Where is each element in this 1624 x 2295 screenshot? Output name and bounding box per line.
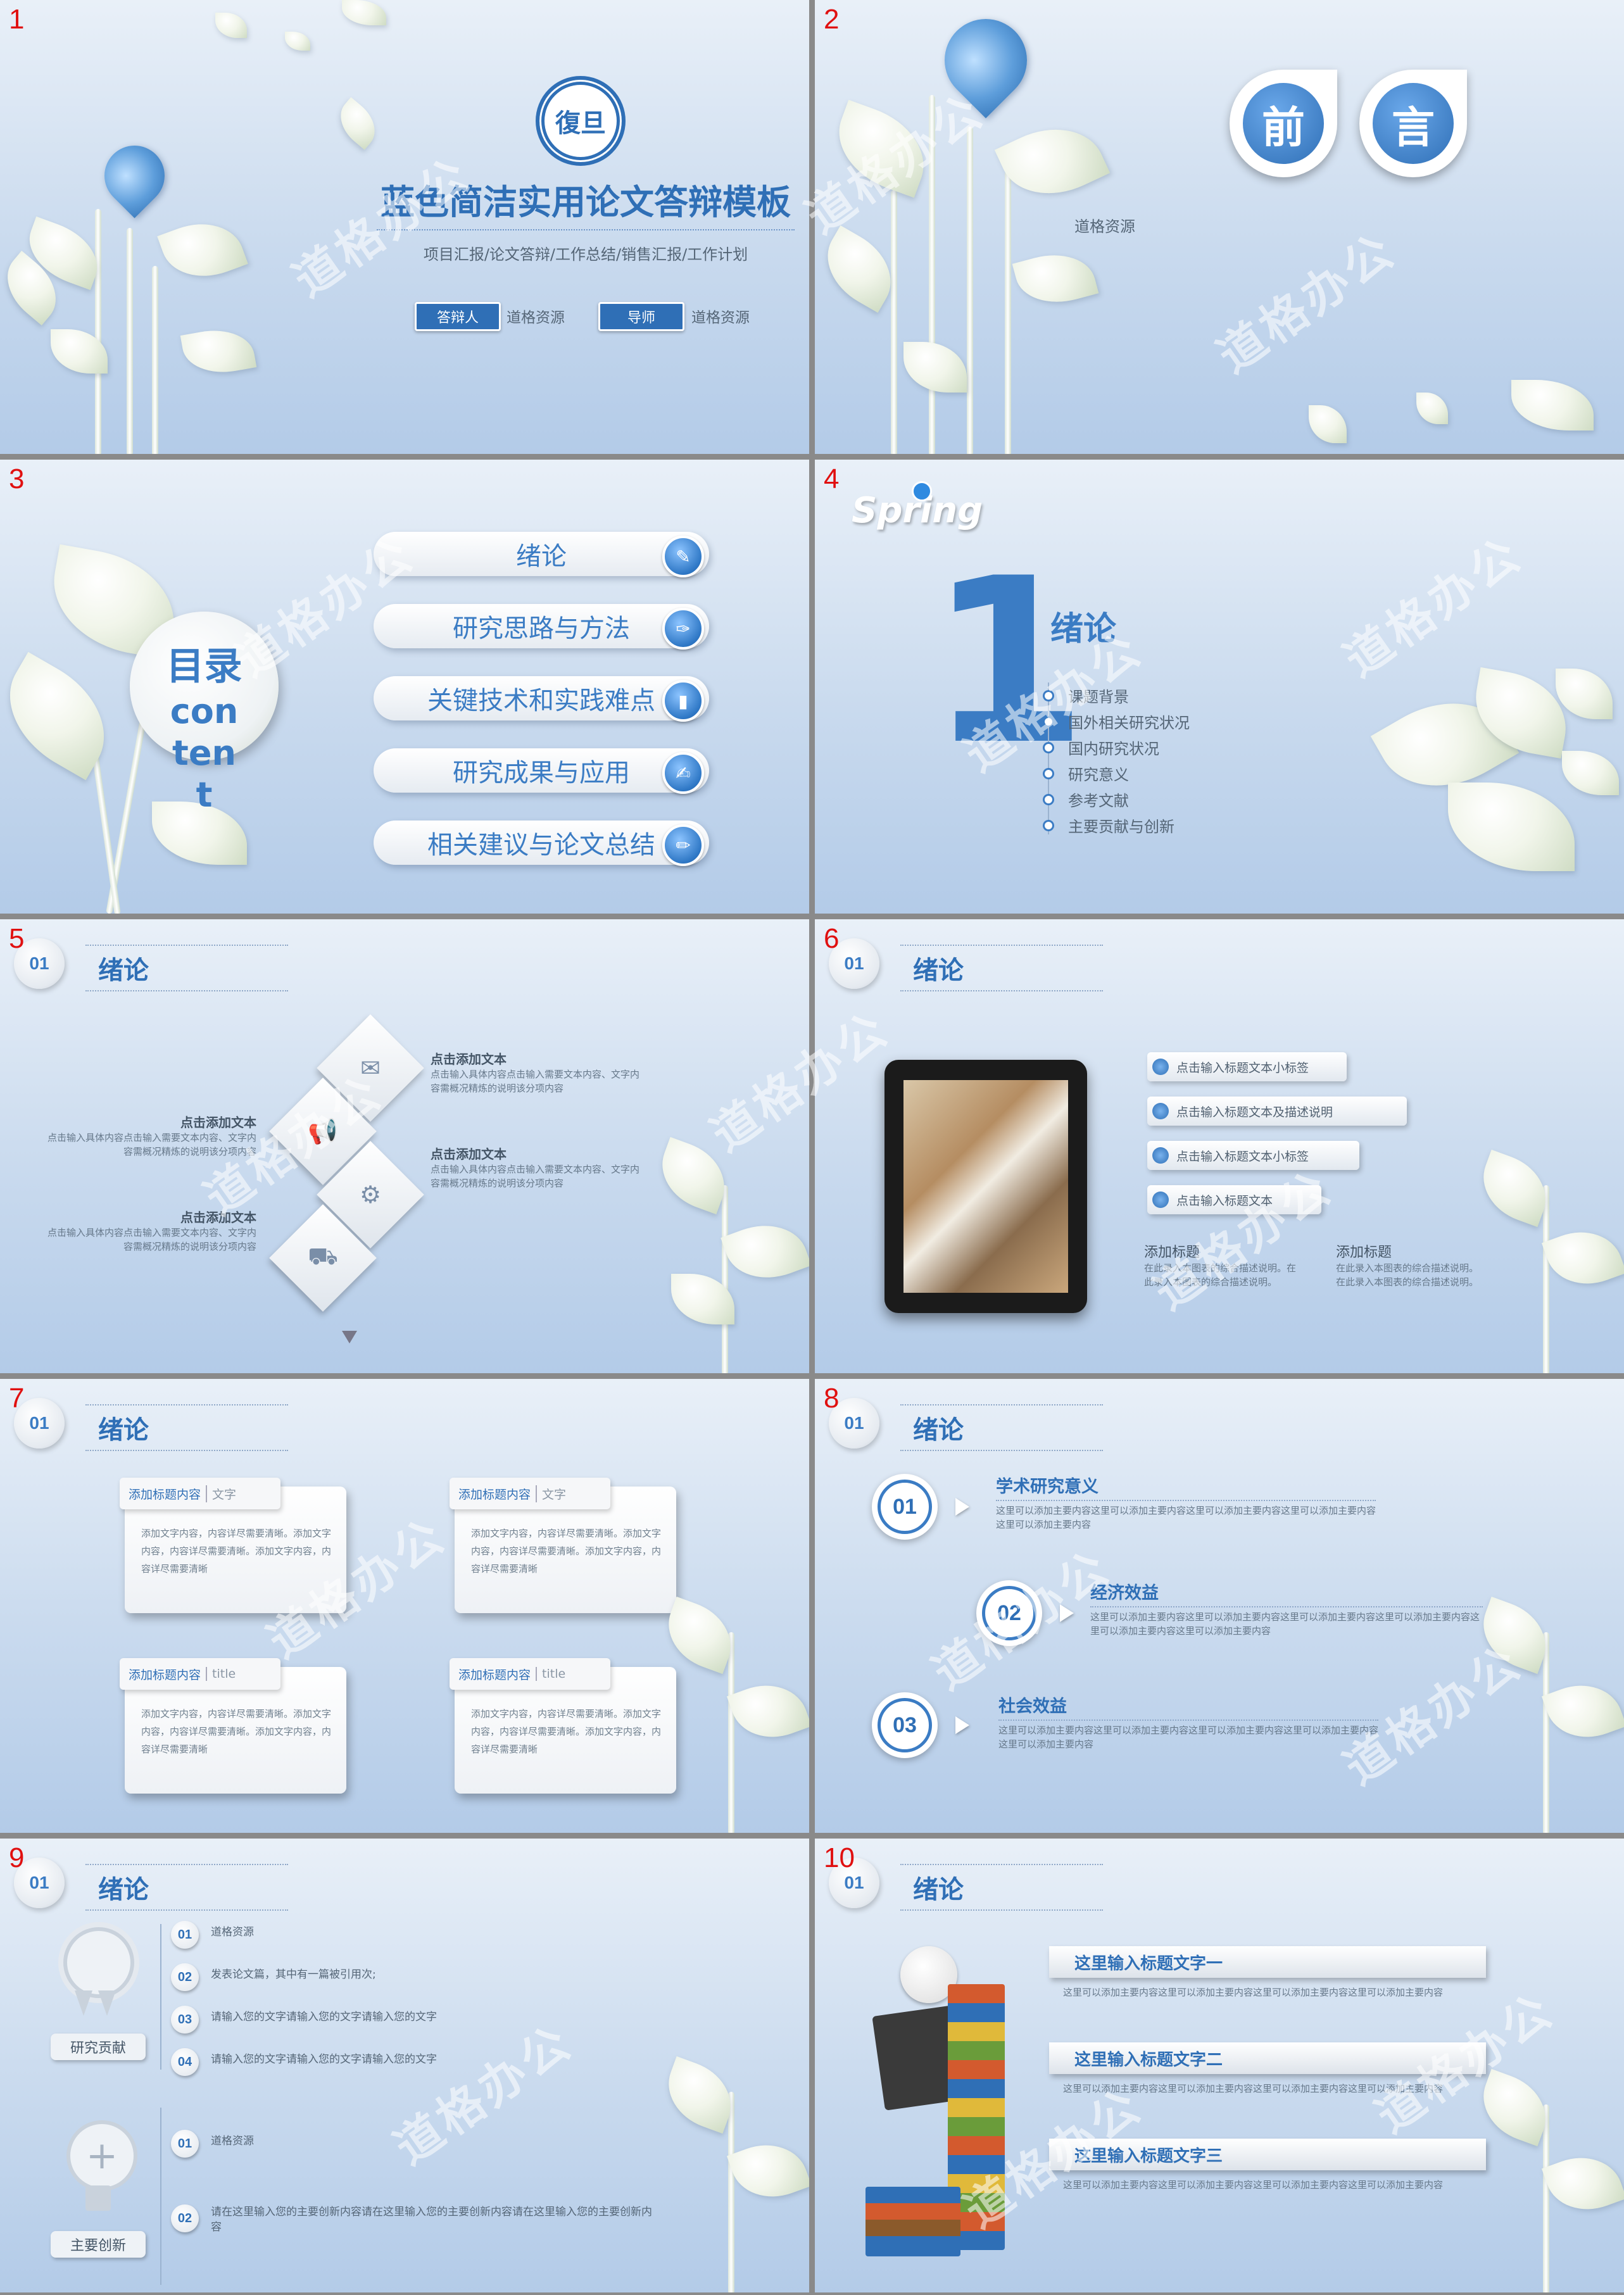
content-card-1[interactable]: 添加标题内容 文字 添加文字内容，内容详尽需要清晰。添加文字内容，内容详尽需要清晰… [120,1478,346,1613]
caption-1: 添加标题 在此录入本图表的综合描述说明。在此录入本图表的综合描述说明。 [1144,1245,1297,1288]
list2-item: 道格资源 [211,2135,254,2147]
slide-number: 4 [824,463,840,494]
edit-icon: ✏ [662,824,704,866]
text-block-3: 点击添加文本 点击输入具体内容点击输入需要文本内容、文字内容需概况精炼的说明该分… [431,1147,640,1189]
slide-2[interactable]: 2 前 言 道格资源 [815,0,1624,454]
slide-number: 9 [9,1842,25,1873]
slide-subtitle: 项目汇报/论文答辩/工作总结/销售汇报/工作计划 [423,246,748,263]
slide-title: 蓝色简洁实用论文答辩模板 [381,182,791,222]
ribbon-desc-3: 这里可以添加主要内容这里可以添加主要内容这里可以添加主要内容这里可以添加主要内容 [1063,2179,1444,2191]
advisor-button[interactable]: 导师 [598,302,684,331]
slide-1[interactable]: 1 復旦 蓝色简洁实用论文答辩模板 项目汇报/论文答辩/工作总结/销售汇报/工作… [0,0,809,454]
text-block-1: 点击添加文本 点击输入具体内容点击输入需要文本内容、文字内容需概况精炼的说明该分… [431,1052,640,1094]
brush-icon: ✍ [662,752,704,794]
lightbulb-icon: + [66,2120,137,2191]
tablet-image [884,1060,1087,1313]
slide-number: 2 [824,4,840,35]
toc-item-5[interactable]: 相关建议与论文总结 ✏ [374,821,709,866]
slide-5[interactable]: 5 01 绪论 ✉ 📢 ⚙ ⛟ 点击添加文本 点击输入具体内容点击输入需要文本内… [0,919,809,1373]
toc-subtitle: content [170,691,239,815]
list1-item: 发表论文篇，其中有一篇被引用次; [211,1968,376,1981]
list2-number: 01 [171,2130,199,2158]
blue-bud-icon [928,2,1044,118]
slide-7[interactable]: 7 01 绪论 添加标题内容 文字 添加文字内容，内容详尽需要清晰。添加文字内容，… [0,1379,809,1833]
list1-number: 01 [171,1921,199,1949]
reader-figure-image [840,1946,1030,2263]
list2-item: 请在这里输入您的主要创新内容请在这里输入您的主要创新内容请在这里输入您的主要创新… [211,2206,652,2234]
item-number-2: 02 [976,1580,1042,1646]
label-bar-4[interactable]: 点击输入标题文本 [1147,1185,1321,1214]
slide-10[interactable]: 10 01 绪论 这里输入标题文字一 这里可以添加主要内容这里可以添加主要内容这… [815,1839,1624,2292]
title-ribbon-1[interactable]: 这里输入标题文字一 [1049,1946,1486,1978]
list1-item: 请输入您的文字请输入您的文字请输入您的文字 [211,2053,437,2066]
slide-9[interactable]: 9 01 绪论 研究贡献 + 主要创新 01 道格资源 02 发表论文篇，其中有… [0,1839,809,2292]
label-bar-1[interactable]: 点击输入标题文本小标签 [1147,1052,1347,1081]
list1-item: 请输入您的文字请输入您的文字请输入您的文字 [211,2011,437,2023]
marker-icon: ▮ [662,680,704,722]
list1-number: 02 [171,1963,199,1991]
ribbon-desc-2: 这里可以添加主要内容这里可以添加主要内容这里可以添加主要内容这里可以添加主要内容 [1063,2083,1444,2094]
slide-number: 6 [824,923,840,954]
truck-icon: ⛟ [308,1242,338,1270]
slide-title: 绪论 [913,1875,964,1904]
slide-title: 绪论 [98,1875,149,1904]
ribbon-desc-1: 这里可以添加主要内容这里可以添加主要内容这里可以添加主要内容这里可以添加主要内容 [1063,1987,1444,1998]
benefit-item-1: 学术研究意义 这里可以添加主要内容这里可以添加主要内容这里可以添加主要内容这里可… [996,1477,1376,1530]
slide-title: 绪论 [913,956,964,985]
medal-icon [63,1927,134,1998]
pen-icon: ✑ [662,608,704,650]
slide-number: 8 [824,1383,840,1414]
list1-item: 道格资源 [211,1926,254,1939]
title-ribbon-3[interactable]: 这里输入标题文字三 [1049,2139,1486,2170]
title-ribbon-2[interactable]: 这里输入标题文字二 [1049,2042,1486,2074]
blue-bud-icon [92,133,177,218]
section-title: 绪论 [1050,610,1117,648]
label-bar-2[interactable]: 点击输入标题文本及描述说明 [1147,1097,1407,1126]
slide-number: 3 [9,463,25,494]
toc-item-1[interactable]: 绪论 ✎ [374,532,709,577]
slide-number: 10 [824,1842,855,1873]
slide-number: 1 [9,4,25,35]
content-card-4[interactable]: 添加标题内容 title 添加文字内容，内容详尽需要清晰。添加文字内容，内容详尽需… [450,1658,676,1794]
pencil-icon: ✎ [662,536,704,577]
list1-number: 04 [171,2048,199,2076]
text-block-2: 点击添加文本 点击输入具体内容点击输入需要文本内容、文字内容需概况精炼的说明该分… [47,1115,257,1157]
label-innovation: 主要创新 [51,2231,146,2258]
toc-circle: 目录 content [130,612,279,815]
advisor-value: 道格资源 [691,310,750,326]
toc-item-4[interactable]: 研究成果与应用 ✍ [374,748,709,794]
slide-3[interactable]: 3 目录 content 绪论 ✎ 研究思路与方法 ✑ 关键技术和实践难点 ▮ 研究成… [0,460,809,914]
section-list: 课题背景 国外相关研究状况 国内研究状况 研究意义 参考文献 主要贡献与创新 [1038,682,1190,838]
list2-number: 02 [171,2204,199,2232]
slide-title: 绪论 [913,1416,964,1445]
slide-title: 绪论 [98,1416,149,1445]
slide-4[interactable]: 4 Spring 1 绪论 课题背景 国外相关研究状况 国内研究状况 研究意义 … [815,460,1624,914]
preface-char-badge-1: 前 [1230,70,1337,177]
content-card-3[interactable]: 添加标题内容 title 添加文字内容，内容详尽需要清晰。添加文字内容，内容详尽需… [120,1658,346,1794]
toc-title: 目录 [166,644,242,689]
label-bar-3[interactable]: 点击输入标题文本小标签 [1147,1141,1359,1170]
text-block-4: 点击添加文本 点击输入具体内容点击输入需要文本内容、文字内容需概况精炼的说明该分… [47,1210,257,1252]
toc-item-2[interactable]: 研究思路与方法 ✑ [374,604,709,650]
respondent-value: 道格资源 [507,310,565,326]
caption-2: 添加标题 在此录入本图表的综合描述说明。在此录入本图表的综合描述说明。 [1336,1245,1479,1288]
preface-char-badge-2: 言 [1359,70,1467,177]
slide-6[interactable]: 6 01 绪论 点击输入标题文本小标签 点击输入标题文本及描述说明 点击输入标题… [815,919,1624,1373]
slide-grid: 1 復旦 蓝色简洁实用论文答辩模板 项目汇报/论文答辩/工作总结/销售汇报/工作… [0,0,1624,2295]
slide-8[interactable]: 8 01 绪论 01 学术研究意义 这里可以添加主要内容这里可以添加主要内容这里… [815,1379,1624,1833]
item-number-3: 03 [872,1692,938,1758]
university-seal-logo: 復旦 [536,76,626,166]
content-card-2[interactable]: 添加标题内容 文字 添加文字内容，内容详尽需要清晰。添加文字内容，内容详尽需要清晰… [450,1478,676,1613]
slide-title: 绪论 [98,956,149,985]
preface-text: 道格资源 [1074,218,1135,236]
benefit-item-3: 社会效益 这里可以添加主要内容这里可以添加主要内容这里可以添加主要内容这里可以添… [998,1697,1379,1750]
label-contribution: 研究贡献 [51,2034,146,2060]
toc-item-3[interactable]: 关键技术和实践难点 ▮ [374,676,709,722]
slide-number: 7 [9,1383,25,1414]
benefit-item-2: 经济效益 这里可以添加主要内容这里可以添加主要内容这里可以添加主要内容这里可以添… [1090,1579,1483,1638]
item-number-1: 01 [872,1474,938,1540]
respondent-button[interactable]: 答辩人 [415,302,501,331]
list1-number: 03 [171,2006,199,2034]
slide-number: 5 [9,923,25,954]
